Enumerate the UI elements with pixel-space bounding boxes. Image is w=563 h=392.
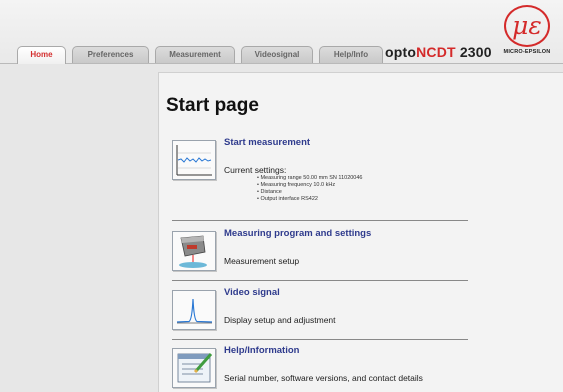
logo-mark: με	[504, 5, 550, 47]
current-settings-label: Current settings:	[224, 165, 287, 175]
divider	[172, 339, 468, 340]
start-measurement-section: Start measurement Current settings: Meas…	[172, 137, 468, 219]
document-pencil-icon[interactable]	[172, 348, 216, 388]
micro-epsilon-logo: με MICRO-EPSILON	[494, 5, 560, 63]
setting-distance: Distance	[257, 189, 363, 196]
setting-output-interface: Output interface RS422	[257, 196, 363, 203]
tab-measurement[interactable]: Measurement	[155, 46, 235, 63]
setting-measuring-range: Measuring range 50.00 mm SN 11020046	[257, 175, 362, 182]
tab-bar: Home Preferences Measurement Videosignal…	[17, 46, 383, 64]
current-settings-list: Measuring range 50.00 mm SN 11020046 Mea…	[257, 175, 363, 203]
measuring-program-link[interactable]: Measuring program and settings	[224, 228, 371, 239]
divider	[172, 220, 468, 221]
start-measurement-link[interactable]: Start measurement	[224, 137, 310, 148]
product-name: optoNCDT 2300	[385, 44, 492, 60]
help-information-description: Serial number, software versions, and co…	[224, 373, 423, 383]
logo-text: MICRO-EPSILON	[503, 49, 551, 55]
tab-home[interactable]: Home	[17, 46, 66, 64]
video-signal-link[interactable]: Video signal	[224, 287, 280, 298]
measuring-program-description: Measurement setup	[224, 256, 300, 266]
peak-signal-icon[interactable]	[172, 290, 216, 330]
page-title: Start page	[166, 95, 259, 116]
signal-chart-icon[interactable]	[172, 140, 216, 180]
measuring-program-section: Measuring program and settings Measureme…	[172, 228, 468, 278]
help-information-link[interactable]: Help/Information	[224, 345, 299, 356]
sensor-device-icon[interactable]	[172, 231, 216, 271]
help-information-section: Help/Information Serial number, software…	[172, 345, 468, 391]
tab-help-info[interactable]: Help/Info	[319, 46, 383, 63]
video-signal-section: Video signal Display setup and adjustmen…	[172, 287, 468, 337]
tab-preferences[interactable]: Preferences	[72, 46, 149, 63]
product-name-highlight: NCDT	[416, 44, 456, 60]
divider	[172, 280, 468, 281]
tab-videosignal[interactable]: Videosignal	[241, 46, 313, 63]
top-bar: Home Preferences Measurement Videosignal…	[0, 0, 563, 64]
video-signal-description: Display setup and adjustment	[224, 315, 336, 325]
product-name-prefix: opto	[385, 44, 417, 60]
setting-measuring-frequency: Measuring frequency 10.0 kHz	[257, 182, 363, 189]
product-model: 2300	[459, 44, 492, 60]
